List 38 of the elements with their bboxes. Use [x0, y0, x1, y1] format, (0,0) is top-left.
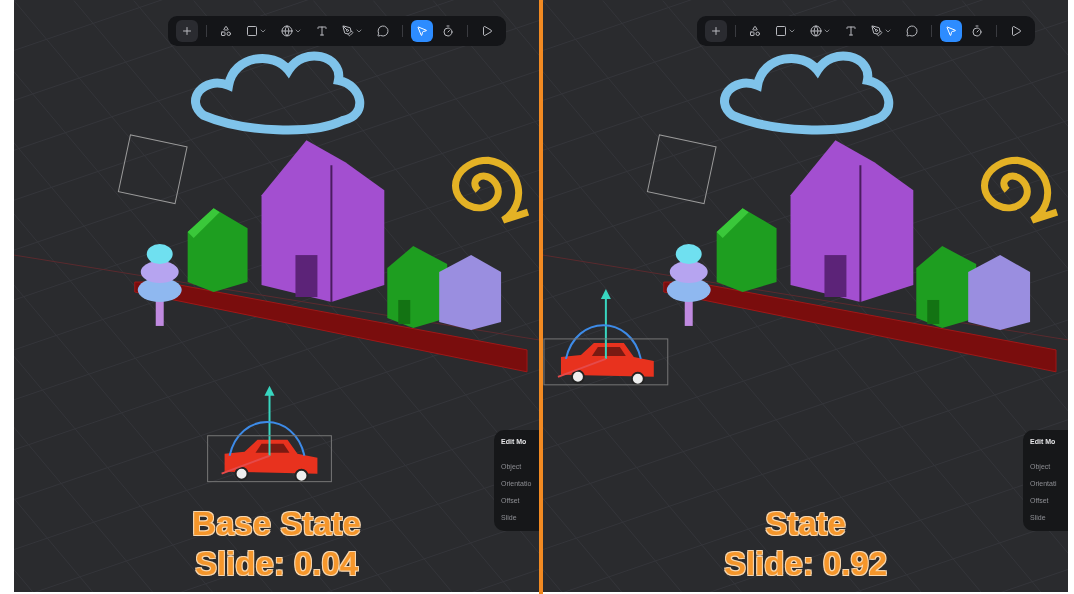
add-tool-button[interactable]	[705, 20, 727, 42]
caret-icon	[355, 27, 363, 35]
shapes-icon	[749, 25, 761, 37]
timer-icon	[442, 25, 454, 37]
caption-text: State	[765, 504, 846, 544]
caption-text: Slide: 0.04	[194, 544, 359, 584]
caret-icon	[823, 27, 831, 35]
pointer-tool-button[interactable]	[411, 20, 433, 42]
pointer-tool-button[interactable]	[940, 20, 962, 42]
square-icon	[775, 25, 787, 37]
timer-icon	[971, 25, 983, 37]
caret-icon	[788, 27, 796, 35]
caret-icon	[884, 27, 892, 35]
add-icon	[710, 25, 722, 37]
caption-text: Base State	[192, 504, 361, 544]
pen-icon	[342, 25, 354, 37]
play-icon	[1010, 25, 1022, 37]
pointer-icon	[945, 25, 957, 37]
shapes-icon	[220, 25, 232, 37]
pointer-icon	[416, 25, 428, 37]
sphere-icon	[810, 25, 822, 37]
car-drawing[interactable]	[543, 289, 669, 386]
sphere-icon	[281, 25, 293, 37]
comment-icon	[906, 25, 918, 37]
square-icon	[246, 25, 258, 37]
caret-icon	[259, 27, 267, 35]
caret-icon	[294, 27, 302, 35]
comment-icon	[377, 25, 389, 37]
caption-text: Slide: 0.92	[723, 544, 888, 584]
text-icon	[316, 25, 328, 37]
frame-outline	[646, 134, 717, 205]
frame-outline	[117, 134, 188, 205]
add-tool-button[interactable]	[176, 20, 198, 42]
text-icon	[845, 25, 857, 37]
add-icon	[181, 25, 193, 37]
car-drawing[interactable]	[207, 385, 332, 483]
pen-icon	[871, 25, 883, 37]
play-icon	[481, 25, 493, 37]
